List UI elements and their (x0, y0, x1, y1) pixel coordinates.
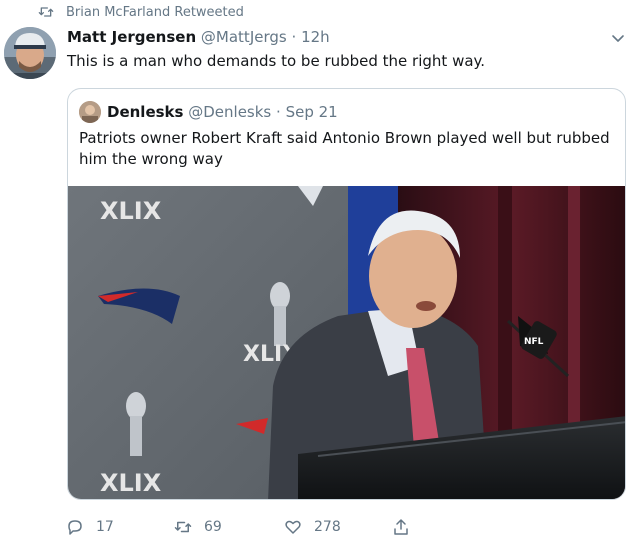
quote-author-avatar (79, 101, 101, 123)
quote-timestamp: Sep 21 (285, 103, 338, 121)
retweet-icon (38, 7, 54, 17)
mic-flag-text: NFL (524, 337, 544, 347)
reply-count: 17 (96, 519, 114, 535)
retweet-icon (174, 521, 192, 533)
heart-icon (285, 520, 301, 534)
quote-author-name: Denlesks (107, 103, 184, 121)
share-icon (394, 519, 408, 535)
author-handle[interactable]: @MattJergs (201, 28, 287, 46)
quote-header: Denlesks @Denlesks · Sep 21 (107, 101, 338, 123)
reply-icon (68, 520, 82, 535)
tweet-timestamp[interactable]: 12h (301, 28, 330, 46)
backdrop-text-3: XLIX (100, 469, 162, 497)
retweet-context-text[interactable]: Brian McFarland Retweeted (66, 4, 244, 22)
quote-photo[interactable]: XLIX XLIX XLIX NFL (68, 186, 625, 499)
quote-header-separator: · (276, 103, 281, 121)
header-separator: · (291, 28, 297, 46)
backdrop-text-1: XLIX (100, 197, 162, 225)
tweet-text: This is a man who demands to be rubbed t… (67, 52, 486, 70)
author-name[interactable]: Matt Jergensen (67, 28, 196, 46)
like-count: 278 (314, 519, 341, 535)
chevron-down-icon[interactable] (610, 30, 626, 46)
quote-author-handle: @Denlesks (188, 103, 272, 121)
tweet-header: Matt Jergensen @MattJergs · 12h (67, 27, 330, 47)
quote-tweet-card[interactable]: Denlesks @Denlesks · Sep 21 Patriots own… (67, 88, 626, 500)
retweet-count: 69 (204, 519, 222, 535)
author-avatar[interactable] (4, 27, 56, 79)
quote-text: Patriots owner Robert Kraft said Antonio… (79, 129, 610, 168)
